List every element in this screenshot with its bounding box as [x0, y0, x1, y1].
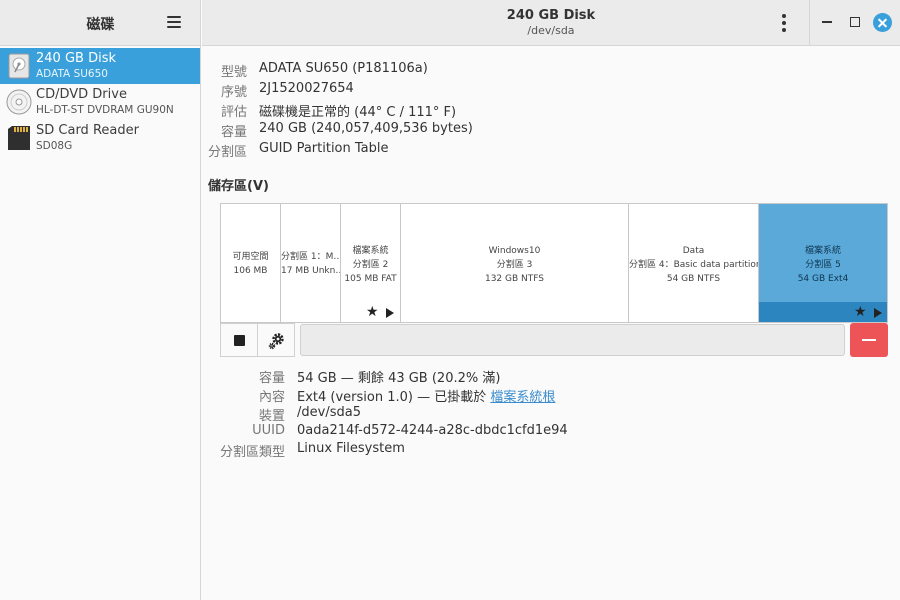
maximize-icon[interactable] [850, 17, 860, 27]
sidebar-item-label: SD Card Reader [36, 123, 139, 138]
volume-uuid-label: UUID [252, 423, 285, 438]
volume-contents-label: 內容 [258, 390, 285, 405]
partition-1[interactable]: 分割區 1：M… 17 MB Unkn… [281, 204, 341, 322]
partition-5[interactable]: 檔案系統 分割區 5 54 GB Ext4 ★ [759, 204, 887, 322]
capacity-value: 240 GB (240,057,409,536 bytes) [259, 121, 473, 136]
star-icon: ★ [366, 304, 379, 320]
volume-toolbar-spacer [300, 324, 845, 356]
partition-label: 105 MB FAT [344, 274, 397, 284]
assessment-label: 評估 [220, 105, 247, 120]
partition-map: 可用空間 106 MB 分割區 1：M… 17 MB Unkn… 檔案系統 分割… [220, 203, 888, 323]
header-separator [809, 0, 810, 46]
partition-type-label: 分割區類型 [219, 445, 285, 460]
partition-label: 54 GB Ext4 [797, 274, 849, 284]
partition-4[interactable]: Data 分割區 4：Basic data partition 54 GB NT… [629, 204, 759, 322]
partition-label: 分割區 2 [352, 260, 389, 270]
partition-label: 分割區 5 [805, 260, 841, 270]
sidebar-item-sublabel: SD08G [36, 140, 73, 152]
volume-contents-value: Ext4 (version 1.0) — 已掛載於 檔案系統根 [297, 386, 555, 405]
partitioning-label: 分割區 [207, 145, 247, 160]
close-icon[interactable] [873, 13, 892, 32]
sidebar-item-sd-card-reader[interactable]: SD Card Reader SD08G [0, 120, 200, 156]
volume-device-label: 裝置 [258, 409, 285, 424]
disk-sidebar: 磁碟 240 GB Disk ADATA SU650 CD/DVD Drive … [0, 0, 201, 600]
serial-value: 2J1520027654 [259, 81, 354, 96]
sidebar-item-label: 240 GB Disk [36, 51, 116, 66]
mount-point-link[interactable]: 檔案系統根 [490, 390, 555, 405]
sidebar-item-label: CD/DVD Drive [36, 87, 127, 102]
star-icon: ★ [854, 304, 867, 320]
assessment-value: 磁碟機是正常的 (44° C / 111° F) [259, 105, 457, 120]
volumes-title: 儲存區(V) [208, 179, 269, 194]
window-title: 240 GB Disk [506, 8, 596, 23]
capacity-label: 容量 [220, 125, 247, 140]
window-subtitle: /dev/sda [527, 24, 575, 37]
partition-label: 54 GB NTFS [666, 274, 721, 284]
partitioning-value: GUID Partition Table [259, 141, 389, 156]
sd-card-icon [8, 126, 30, 150]
partition-type-value: Linux Filesystem [297, 441, 405, 456]
partition-label: 106 MB [233, 266, 268, 276]
volume-device-value: /dev/sda5 [297, 405, 361, 420]
partition-label: 分割區 4：Basic data partition [629, 260, 759, 270]
partition-2[interactable]: 檔案系統 分割區 2 105 MB FAT ★ [341, 204, 401, 322]
model-value: ADATA SU650 (P181106a) [259, 61, 428, 76]
play-icon [386, 308, 394, 318]
stop-icon [234, 335, 245, 346]
volume-uuid-value: 0ada214f-d572-4244-a28c-dbdc1cfd1e94 [297, 423, 568, 438]
minus-icon [862, 339, 876, 341]
gear-icon [268, 333, 284, 350]
more-options-icon[interactable] [778, 14, 790, 32]
partition-label: 132 GB NTFS [484, 274, 544, 284]
ssd-disk-icon [8, 53, 30, 79]
menu-icon[interactable] [167, 15, 181, 29]
sidebar-header: 磁碟 [0, 0, 200, 46]
optical-disc-icon [6, 89, 32, 115]
delete-partition-button[interactable] [850, 323, 888, 357]
partition-3[interactable]: Windows10 分割區 3 132 GB NTFS [401, 204, 629, 322]
minimize-icon[interactable] [822, 21, 832, 23]
volume-size-value: 54 GB — 剩餘 43 GB (20.2% 滿) [297, 371, 501, 386]
sidebar-item-cd-dvd-drive[interactable]: CD/DVD Drive HL-DT-ST DVDRAM GU90N [0, 84, 200, 120]
model-label: 型號 [220, 65, 247, 80]
partition-label: 分割區 3 [496, 260, 533, 270]
partition-label: 檔案系統 [804, 246, 841, 256]
partition-label: Windows10 [488, 246, 541, 256]
serial-label: 序號 [220, 85, 247, 100]
sidebar-item-sublabel: ADATA SU650 [36, 68, 108, 80]
selection-bar [759, 302, 887, 322]
play-icon [874, 308, 882, 318]
partition-label: 可用空間 [232, 252, 269, 262]
sidebar-item-240gb-disk[interactable]: 240 GB Disk ADATA SU650 [0, 48, 200, 84]
partition-label: 檔案系統 [352, 246, 389, 256]
unmount-button[interactable] [220, 323, 258, 357]
partition-label: 分割區 1：M… [281, 252, 341, 262]
partition-label: 17 MB Unkn… [281, 266, 341, 276]
volume-size-label: 容量 [258, 371, 285, 386]
volume-contents-text: Ext4 (version 1.0) — 已掛載於 [297, 390, 491, 405]
partition-free-space[interactable]: 可用空間 106 MB [221, 204, 281, 322]
partition-label: Data [682, 246, 705, 256]
sidebar-item-sublabel: HL-DT-ST DVDRAM GU90N [36, 104, 174, 116]
main-header: 240 GB Disk /dev/sda [202, 0, 900, 46]
partition-settings-button[interactable] [257, 323, 295, 357]
